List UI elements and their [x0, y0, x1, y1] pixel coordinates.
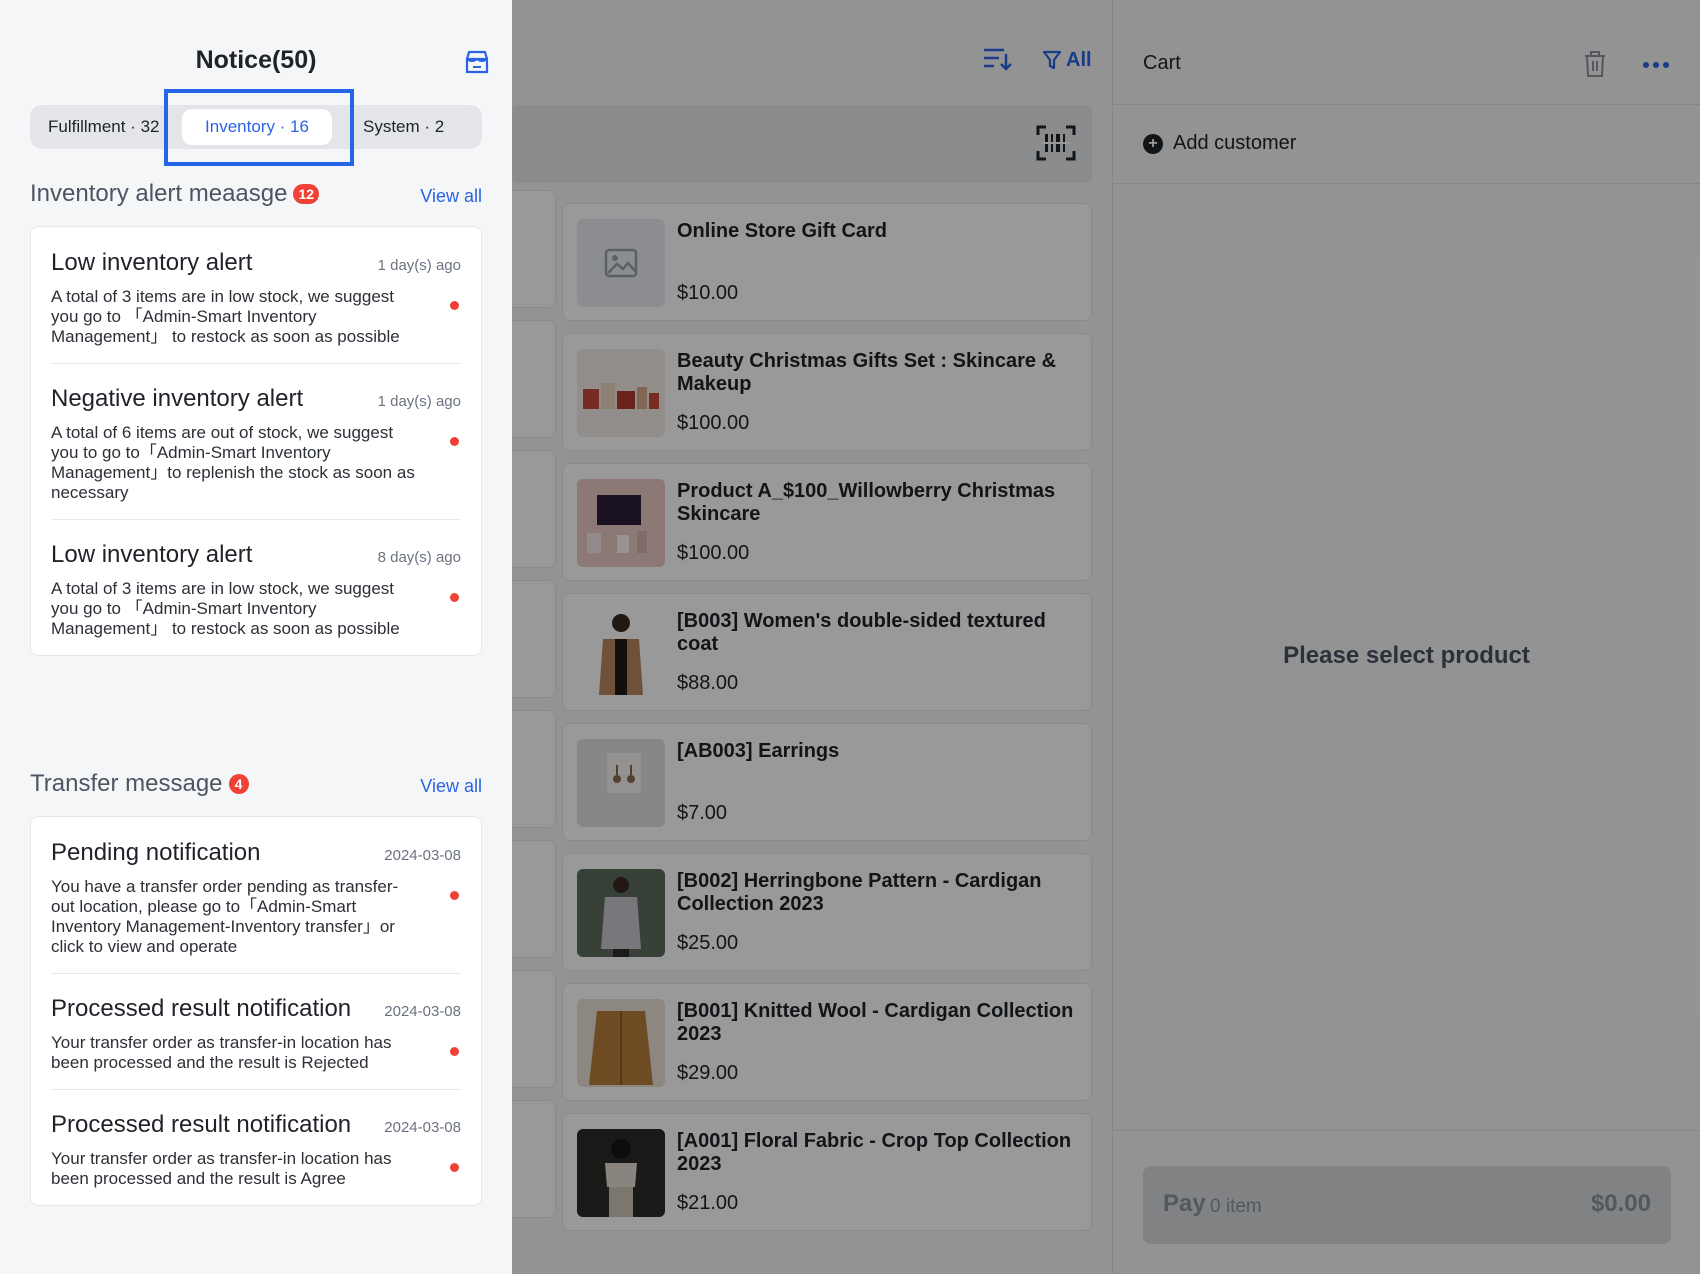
- tab-system[interactable]: System · 2: [363, 105, 444, 149]
- inventory-section-title: Inventory alert meaasge 12: [30, 180, 320, 208]
- notice-tabs: Fulfillment · 32 Inventory · 16 System ·…: [30, 105, 482, 149]
- modal-backdrop[interactable]: [512, 0, 1700, 1274]
- message-time: 1 day(s) ago: [377, 257, 461, 274]
- message-time: 8 day(s) ago: [377, 549, 461, 566]
- unread-dot-icon: [450, 1047, 459, 1056]
- message-body: You have a transfer order pending as tra…: [51, 877, 399, 956]
- unread-dot-icon: [450, 437, 459, 446]
- message-item[interactable]: Processed result notification 2024-03-08…: [31, 973, 481, 1089]
- message-item[interactable]: Low inventory alert 1 day(s) ago A total…: [31, 227, 481, 363]
- message-body: Your transfer order as transfer-in locat…: [51, 1149, 392, 1188]
- message-time: 2024-03-08: [384, 847, 461, 864]
- transfer-count-badge: 4: [228, 774, 249, 794]
- message-body: A total of 3 items are in low stock, we …: [51, 579, 400, 638]
- message-time: 2024-03-08: [384, 1003, 461, 1020]
- inventory-view-all-link[interactable]: View all: [420, 186, 482, 207]
- message-body: A total of 3 items are in low stock, we …: [51, 287, 400, 346]
- unread-dot-icon: [450, 593, 459, 602]
- message-title: Low inventory alert: [51, 249, 253, 276]
- message-item[interactable]: Negative inventory alert 1 day(s) ago A …: [31, 363, 481, 519]
- inventory-message-card: Low inventory alert 1 day(s) ago A total…: [30, 226, 482, 656]
- unread-dot-icon: [450, 301, 459, 310]
- message-item[interactable]: Pending notification 2024-03-08 You have…: [31, 817, 481, 973]
- transfer-section-header: Transfer message 4 View all: [30, 770, 482, 800]
- inventory-section-label: Inventory alert meaasge: [30, 180, 288, 207]
- message-body: Your transfer order as transfer-in locat…: [51, 1033, 392, 1072]
- store-icon[interactable]: [464, 50, 490, 74]
- notice-panel: Notice(50) Fulfillment · 32 Inventory · …: [0, 0, 512, 1274]
- message-body: A total of 6 items are out of stock, we …: [51, 423, 415, 502]
- inventory-section-header: Inventory alert meaasge 12 View all: [30, 180, 482, 210]
- transfer-view-all-link[interactable]: View all: [420, 776, 482, 797]
- message-title: Low inventory alert: [51, 541, 253, 568]
- transfer-section-label: Transfer message: [30, 770, 223, 797]
- message-item[interactable]: Low inventory alert 8 day(s) ago A total…: [31, 519, 481, 655]
- message-time: 2024-03-08: [384, 1119, 461, 1136]
- unread-dot-icon: [450, 891, 459, 900]
- message-title: Processed result notification: [51, 995, 352, 1022]
- message-item[interactable]: Processed result notification 2024-03-08…: [31, 1089, 481, 1205]
- message-time: 1 day(s) ago: [377, 393, 461, 410]
- inventory-count-badge: 12: [293, 184, 320, 204]
- transfer-section-title: Transfer message 4: [30, 770, 249, 798]
- unread-dot-icon: [450, 1163, 459, 1172]
- message-title: Negative inventory alert: [51, 385, 304, 412]
- tab-inventory[interactable]: Inventory · 16: [182, 109, 332, 145]
- message-title: Pending notification: [51, 839, 261, 866]
- notice-title: Notice(50): [195, 46, 317, 74]
- transfer-message-card: Pending notification 2024-03-08 You have…: [30, 816, 482, 1206]
- tab-fulfillment[interactable]: Fulfillment · 32: [48, 105, 159, 149]
- message-title: Processed result notification: [51, 1111, 352, 1138]
